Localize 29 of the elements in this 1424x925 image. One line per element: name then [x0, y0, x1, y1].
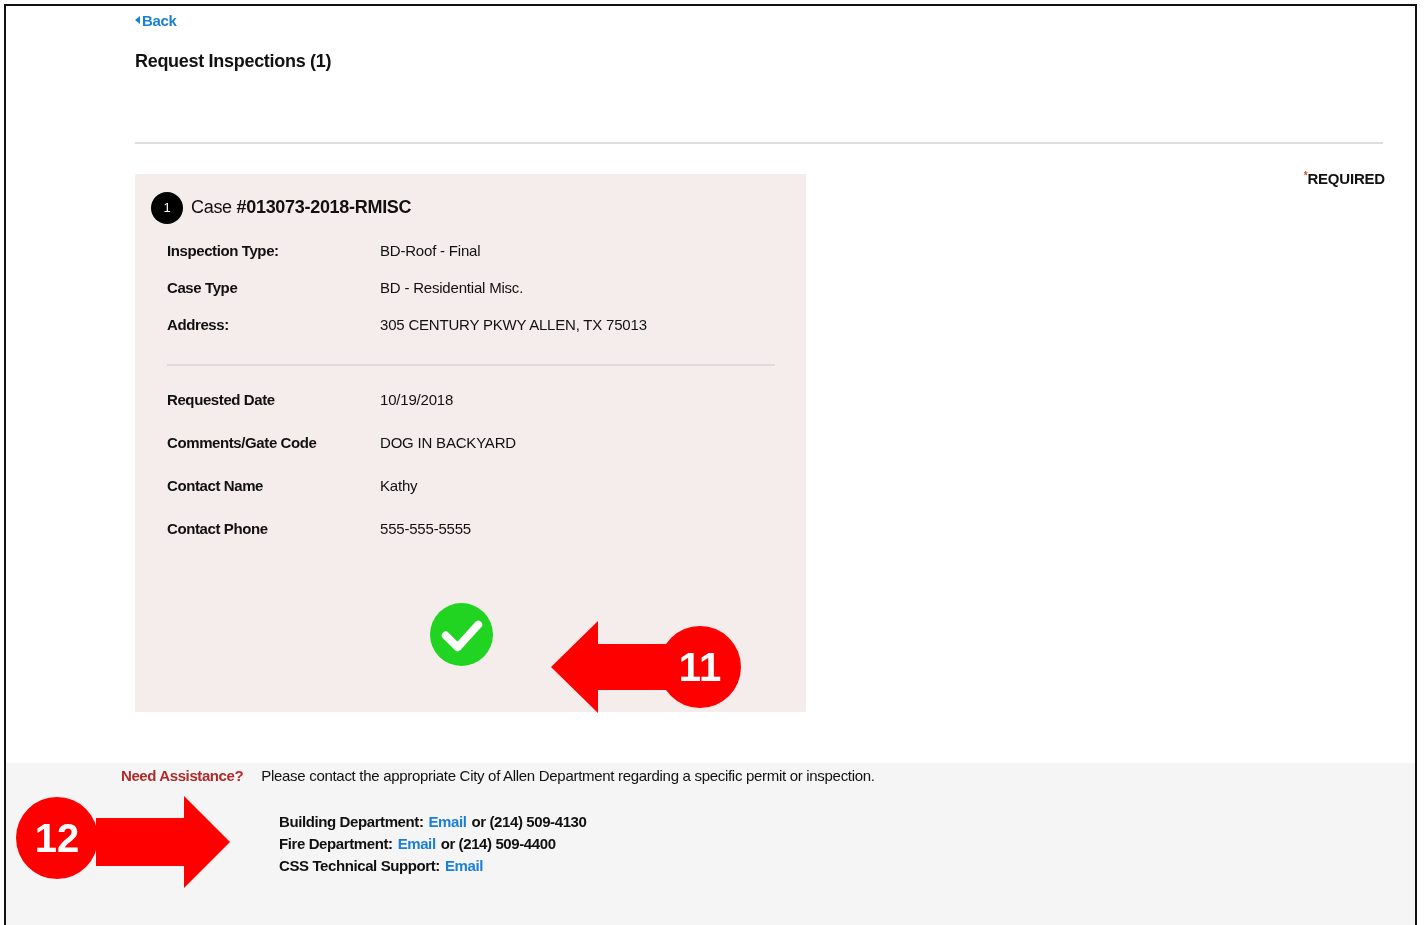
email-link[interactable]: Email [397, 833, 436, 855]
field-label: Contact Phone [167, 519, 269, 537]
contact-phone: or (214) 509-4400 [440, 834, 556, 854]
contact-phone: or (214) 509-4130 [471, 812, 587, 832]
case-title: Case #013073-2018-RMISC [191, 197, 412, 218]
page-title: Request Inspections (1) [135, 50, 333, 72]
contact-label: Building Department: [279, 812, 424, 832]
field-label: Requested Date [167, 390, 276, 408]
field-label: Contact Name [167, 476, 265, 494]
field-label: Comments/Gate Code [167, 433, 318, 451]
field-value: 10/19/2018 [380, 390, 455, 408]
field-label: Address: [167, 315, 230, 333]
field-label: Inspection Type: [167, 241, 280, 259]
contact-label: Fire Department: [279, 834, 393, 854]
contact-label: CSS Technical Support: [279, 856, 440, 876]
field-value: 305 CENTURY PKWY ALLEN, TX 75013 [380, 315, 648, 333]
assistance-heading: Need Assistance? [121, 767, 244, 784]
field-value: BD-Roof - Final [380, 241, 482, 259]
assistance-message: Please contact the appropriate City of Allen Department regarding a specific permit or inspection. [261, 767, 875, 784]
step-number: 1 [151, 191, 183, 224]
email-link[interactable]: Email [428, 811, 467, 833]
back-link[interactable]: Back [135, 11, 177, 29]
field-value: Kathy [380, 476, 419, 494]
field-value: 555-555-5555 [380, 519, 472, 537]
field-value: DOG IN BACKYARD [380, 433, 517, 451]
field-label: Case Type [167, 278, 239, 296]
required-note: *REQUIRED [1303, 169, 1385, 188]
email-link[interactable]: Email [444, 855, 483, 877]
field-value: BD - Residential Misc. [380, 278, 525, 296]
